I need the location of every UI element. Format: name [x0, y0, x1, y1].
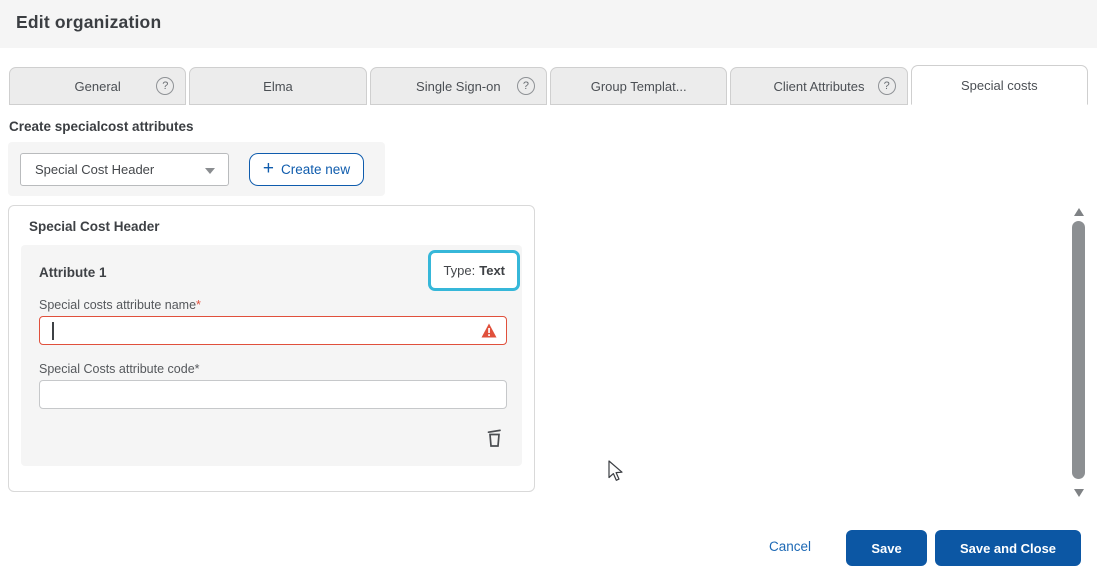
text-caret	[52, 322, 54, 340]
type-value: Text	[479, 263, 505, 278]
scrollbar-thumb[interactable]	[1072, 221, 1085, 479]
attribute-code-field-label: Special Costs attribute code*	[39, 362, 200, 376]
help-icon[interactable]: ?	[516, 77, 535, 95]
dialog-header: Edit organization	[0, 0, 1097, 48]
mouse-cursor	[608, 460, 623, 481]
create-new-button[interactable]: + Create new	[249, 153, 364, 186]
warning-icon	[481, 323, 497, 338]
special-cost-header-card: Special Cost Header Attribute 1 Type: Te…	[8, 205, 535, 492]
attribute-panel: Attribute 1 Type: Text Special costs att…	[21, 245, 522, 466]
cancel-button[interactable]: Cancel	[769, 539, 811, 554]
plus-icon: +	[262, 158, 275, 179]
delete-attribute-button[interactable]	[480, 423, 508, 451]
tab-single-sign-on[interactable]: Single Sign-on ?	[369, 67, 547, 105]
tab-label: Client Attributes	[773, 78, 865, 94]
attribute-name-input[interactable]	[39, 316, 507, 345]
attribute-name: Attribute 1	[39, 265, 107, 280]
tab-label: Special costs	[961, 77, 1038, 93]
attribute-code-input[interactable]	[39, 380, 507, 409]
save-and-close-button[interactable]: Save and Close	[935, 530, 1081, 566]
tab-client-attributes[interactable]: Client Attributes ?	[730, 67, 908, 105]
tab-bar: General ? Elma ? Single Sign-on ? Group …	[9, 65, 1088, 105]
tab-general[interactable]: General ?	[9, 67, 187, 105]
tab-elma[interactable]: Elma ?	[189, 67, 367, 105]
required-asterisk: *	[196, 298, 201, 312]
required-asterisk: *	[194, 362, 200, 376]
create-new-label: Create new	[281, 162, 351, 177]
edit-organization-dialog: Edit organization General ? Elma ? Singl…	[0, 0, 1097, 576]
dropdown-selected-value: Special Cost Header	[35, 162, 155, 177]
section-heading: Create specialcost attributes	[9, 119, 194, 134]
attribute-name-field-label: Special costs attribute name*	[39, 298, 201, 312]
type-label: Type:	[443, 263, 476, 278]
tab-label: General	[74, 78, 121, 94]
attribute-type-badge[interactable]: Type: Text	[428, 250, 520, 291]
tab-label: Group Templat...	[590, 78, 687, 94]
card-title: Special Cost Header	[29, 219, 160, 234]
help-icon[interactable]: ?	[156, 77, 175, 95]
scroll-down-arrow[interactable]	[1074, 489, 1084, 497]
save-button[interactable]: Save	[846, 530, 927, 566]
trash-icon	[487, 429, 501, 447]
tab-label: Elma	[263, 78, 293, 94]
tab-special-costs[interactable]: Special costs ?	[910, 65, 1088, 105]
chevron-down-icon	[205, 168, 215, 174]
page-title: Edit organization	[16, 12, 162, 32]
help-icon[interactable]: ?	[877, 77, 896, 95]
attribute-toolbar: Special Cost Header + Create new	[8, 142, 385, 196]
special-cost-type-dropdown[interactable]: Special Cost Header	[20, 153, 229, 186]
scroll-up-arrow[interactable]	[1074, 208, 1084, 216]
tab-group-templates[interactable]: Group Templat... ?	[549, 67, 728, 105]
vertical-scrollbar	[1071, 204, 1088, 501]
tab-label: Single Sign-on	[416, 78, 501, 94]
